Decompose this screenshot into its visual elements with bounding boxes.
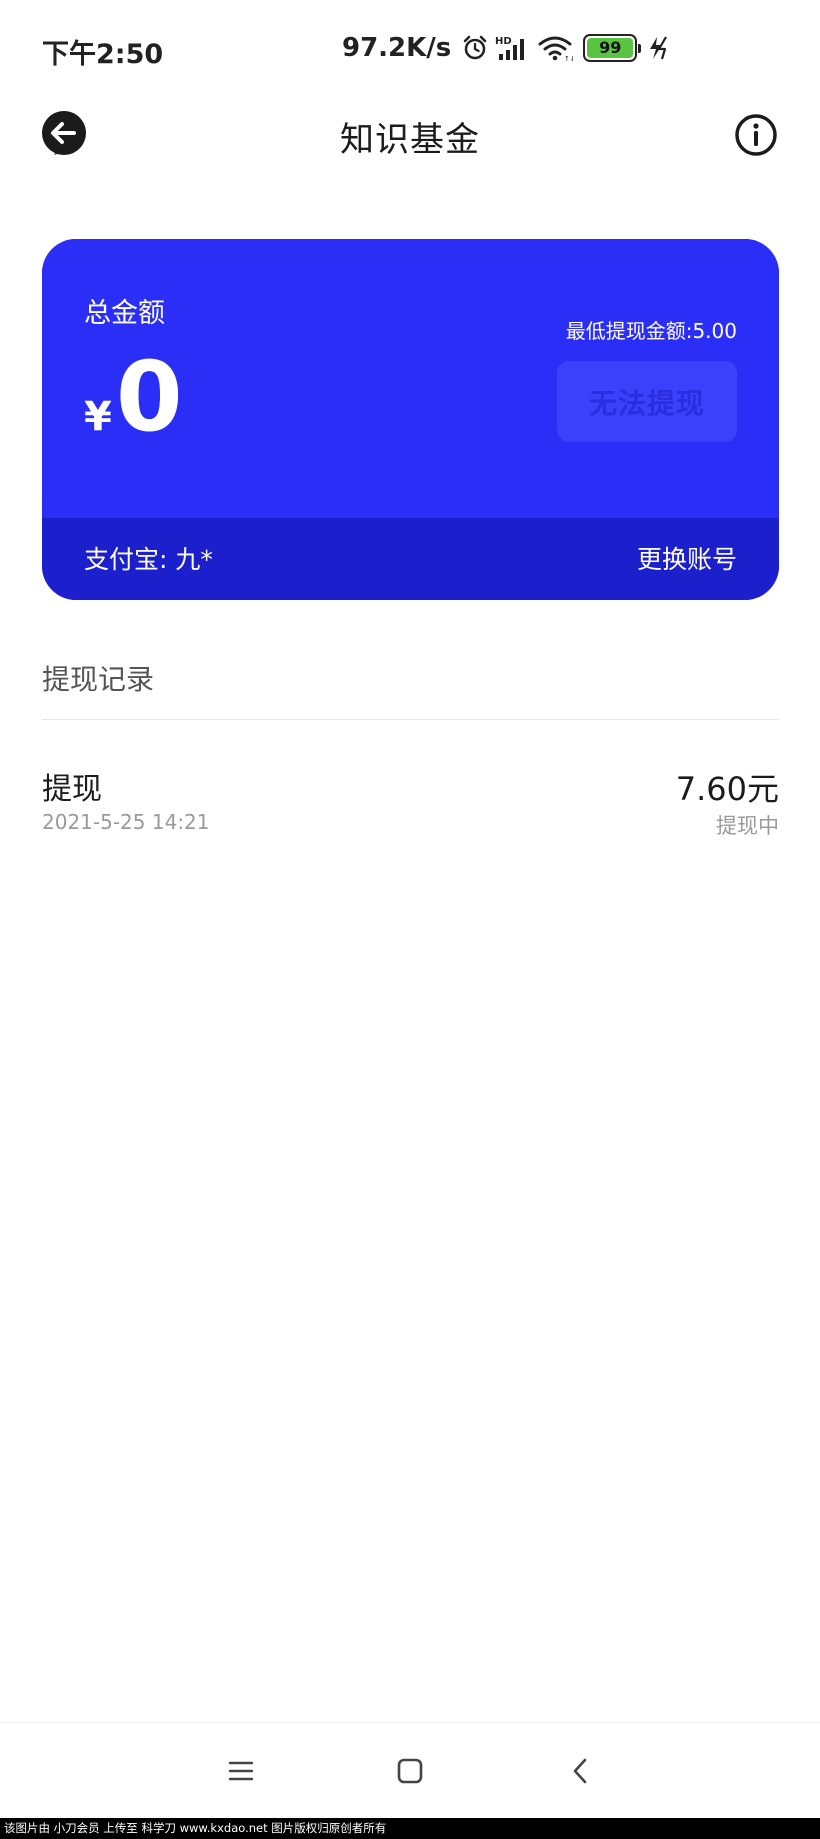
status-time: 下午2:50 <box>42 39 164 70</box>
svg-text:HD: HD <box>495 36 512 47</box>
nav-bar <box>0 1722 820 1819</box>
total-amount: ¥ 0 <box>84 349 183 445</box>
charging-icon <box>647 34 671 62</box>
status-icons: 97.2K/s HD ↑↓ 99 <box>342 30 671 66</box>
min-withdraw-amount: 最低提现金额:5.00 <box>565 319 737 343</box>
battery-level: 99 <box>587 38 634 58</box>
wifi-icon: ↑↓ <box>537 34 573 62</box>
page-title: 知识基金 <box>340 120 480 160</box>
record-amount: 7.60元 <box>675 770 779 808</box>
home-icon <box>397 1758 423 1784</box>
alarm-icon <box>461 34 489 62</box>
watermark-text: 该图片由 小刀会员 上传至 科学刀 www.kxdao.net 图片版权归原创者… <box>0 1818 820 1839</box>
record-time: 2021-5-25 14:21 <box>42 810 210 834</box>
balance-card: 总金额 ¥ 0 最低提现金额:5.00 无法提现 支付宝: 九* 更换账号 <box>42 239 779 600</box>
network-speed: 97.2K/s <box>342 33 452 63</box>
balance-card-top: 总金额 ¥ 0 最低提现金额:5.00 无法提现 <box>42 239 779 518</box>
nav-back-button[interactable] <box>559 1749 603 1793</box>
divider <box>42 719 779 720</box>
battery-icon: 99 <box>583 34 642 62</box>
menu-icon <box>228 1761 254 1781</box>
change-account-button[interactable]: 更换账号 <box>637 540 737 576</box>
back-icon <box>573 1758 587 1784</box>
withdraw-button[interactable]: 无法提现 <box>557 361 737 442</box>
svg-text:↑↓: ↑↓ <box>564 55 573 62</box>
nav-home-button[interactable] <box>388 1749 432 1793</box>
info-button[interactable] <box>734 113 778 157</box>
nav-menu-button[interactable] <box>219 1749 263 1793</box>
status-bar: 下午2:50 97.2K/s HD ↑↓ 99 <box>0 0 820 96</box>
currency-symbol: ¥ <box>84 394 112 440</box>
amount-value: 0 <box>115 341 183 453</box>
info-icon <box>735 114 777 156</box>
header: 知识基金 <box>0 96 820 206</box>
records-title: 提现记录 <box>42 663 155 696</box>
account-bar: 支付宝: 九* 更换账号 <box>42 518 779 600</box>
list-item[interactable]: 提现 2021-5-25 14:21 7.60元 提现中 <box>42 760 779 860</box>
record-status: 提现中 <box>716 814 779 838</box>
total-amount-label: 总金额 <box>84 298 165 329</box>
alipay-account: 支付宝: 九* <box>84 545 213 574</box>
hd-signal-icon: HD <box>495 34 531 62</box>
record-type: 提现 <box>42 772 102 807</box>
